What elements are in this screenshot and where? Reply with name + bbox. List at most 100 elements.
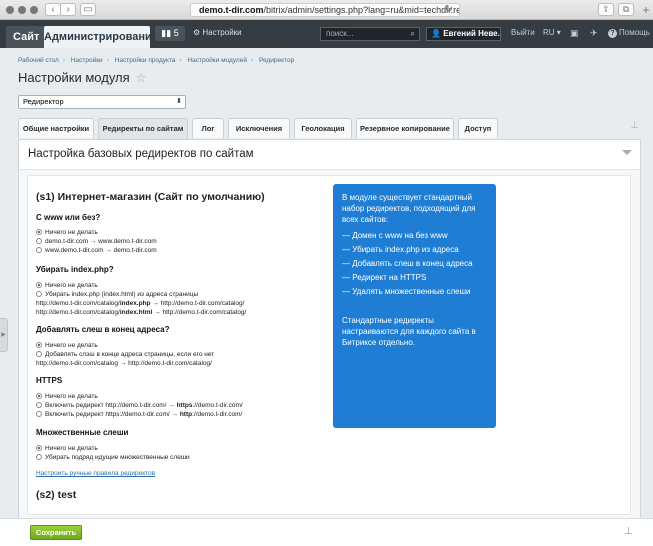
radio-icon[interactable] <box>36 291 42 297</box>
side-panel-toggle[interactable]: ▶ <box>0 318 8 352</box>
language-selector[interactable]: RU ▾ <box>543 27 561 39</box>
search-placeholder: поиск... <box>326 29 354 38</box>
info-box: В модуле существует стандартный набор ре… <box>333 184 496 428</box>
tab-access[interactable]: Доступ <box>458 118 498 138</box>
tab-geolocation[interactable]: Геолокация <box>294 118 352 138</box>
radio-option[interactable]: Убирать index.php (index.html) из адреса… <box>36 290 198 299</box>
star-icon[interactable]: ☆ <box>136 71 147 85</box>
search-icon[interactable]: ⌕ <box>411 28 415 40</box>
radio-icon[interactable] <box>36 411 42 417</box>
radio-label: Ничего не делать <box>45 393 98 400</box>
info-intro: В модуле существует стандартный набор ре… <box>342 193 476 224</box>
tabs-icon[interactable]: ⧉ <box>618 3 634 16</box>
layout-icon[interactable]: ▣ <box>570 27 579 39</box>
tab-site-redirects[interactable]: Редиректы по сайтам <box>98 118 188 139</box>
back-icon[interactable]: ‹ <box>45 3 61 16</box>
radio-icon[interactable] <box>36 454 42 460</box>
pin-footer-icon[interactable]: ⊥ <box>624 526 633 537</box>
pin-icon[interactable]: ✈ <box>590 27 598 39</box>
radio-icon[interactable] <box>36 351 42 357</box>
address-bar[interactable]: demo.t-dir.com/bitrix/admin/settings.php… <box>190 3 460 17</box>
radio-option[interactable]: Добавлять слэш в конце адреса страницы, … <box>36 350 214 359</box>
example-text: http://demo.t-dir.com/catalog/index.html… <box>36 308 246 317</box>
tab-backup[interactable]: Резервное копирование <box>356 118 454 138</box>
logout-button[interactable]: Выйти <box>511 27 535 39</box>
radio-label: demo.t-dir.com → www.demo.t-dir.com <box>45 238 157 245</box>
settings-button[interactable]: ⚙ Настройки <box>193 27 242 39</box>
radio-option[interactable]: Включить редирект http://demo.t-dir.com/… <box>36 401 243 410</box>
manual-rules-link[interactable]: Настроить ручные правила редиректов <box>36 470 155 477</box>
breadcrumb-item[interactable]: Рабочий стол <box>18 57 59 64</box>
admin-tab[interactable]: Администрирование <box>44 26 158 48</box>
help-label: Помощь <box>619 28 650 37</box>
radio-label: Убирать подряд идущие множественные слеш… <box>45 454 190 461</box>
panel-header[interactable]: Настройка базовых редиректов по сайтам <box>19 140 640 170</box>
radio-option[interactable]: demo.t-dir.com → www.demo.t-dir.com <box>36 237 157 246</box>
radio-icon[interactable] <box>36 402 42 408</box>
radio-checked-icon[interactable] <box>36 342 42 348</box>
collapse-icon[interactable] <box>622 150 632 155</box>
search-input[interactable]: поиск... ⌕ <box>320 27 420 41</box>
save-button[interactable]: Сохранить <box>30 525 82 540</box>
forward-icon[interactable]: › <box>60 3 76 16</box>
notifications-button[interactable]: ▮▮ 5 <box>155 26 185 41</box>
www-question: С www или без? <box>36 213 101 222</box>
help-icon: ? <box>608 29 617 38</box>
radio-option[interactable]: Убирать подряд идущие множественные слеш… <box>36 453 190 462</box>
radio-option[interactable]: www.demo.t-dir.com → demo.t-dir.com <box>36 246 157 255</box>
radio-label: www.demo.t-dir.com → demo.t-dir.com <box>45 247 157 254</box>
minimize-window-icon[interactable] <box>18 6 26 14</box>
radio-label: Ничего не делать <box>45 445 98 452</box>
radio-checked-icon[interactable] <box>36 393 42 399</box>
radio-option[interactable]: Ничего не делать <box>36 281 98 290</box>
share-icon[interactable]: ⇪ <box>598 3 614 16</box>
settings-label: Настройки <box>202 28 242 37</box>
zoom-window-icon[interactable] <box>30 6 38 14</box>
panel-title: Настройка базовых редиректов по сайтам <box>28 148 254 160</box>
pin-tabs-icon[interactable]: ⊥ <box>630 120 639 131</box>
tab-exceptions[interactable]: Исключения <box>228 118 290 138</box>
module-select[interactable]: Редиректор ⬍ <box>18 95 186 109</box>
notifications-count: 5 <box>173 28 179 38</box>
new-tab-icon[interactable]: + <box>639 0 653 20</box>
reload-icon[interactable]: ↻ <box>445 4 453 16</box>
user-menu[interactable]: 👤 Евгений Неве... <box>426 27 501 41</box>
radio-checked-icon[interactable] <box>36 282 42 288</box>
example-text: http://demo.t-dir.com/catalog → http://d… <box>36 360 212 367</box>
radio-option[interactable]: Ничего не делать <box>36 392 98 401</box>
select-arrows-icon: ⬍ <box>176 98 182 105</box>
radio-option[interactable]: Ничего не делать <box>36 444 98 453</box>
radio-option[interactable]: Ничего не делать <box>36 341 98 350</box>
info-item: — Убирать index.php из адреса <box>342 245 459 254</box>
example-text: http://demo.t-dir.com/catalog/index.php … <box>36 299 244 308</box>
radio-option[interactable]: Ничего не делать <box>36 228 98 237</box>
radio-label: Добавлять слэш в конце адреса страницы, … <box>45 351 215 358</box>
page-title-text: Настройки модуля <box>18 70 130 85</box>
radio-label-bold: https <box>176 402 193 409</box>
info-item: — Удалять множественные слеши <box>342 287 471 296</box>
url-path: /bitrix/admin/settings.php?lang=ru&mid=t… <box>263 5 459 15</box>
user-name: Евгений Неве... <box>443 29 501 38</box>
radio-label: Включить редирект https://demo.t-dir.com… <box>45 411 180 418</box>
radio-label-bold: http <box>179 411 193 418</box>
https-question: HTTPS <box>36 376 63 385</box>
radio-icon[interactable] <box>36 238 42 244</box>
tab-log[interactable]: Лог <box>192 118 224 138</box>
breadcrumb-item[interactable]: Редиректор <box>259 57 294 64</box>
tab-general[interactable]: Общие настройки <box>18 118 94 138</box>
radio-checked-icon[interactable] <box>36 445 42 451</box>
breadcrumb-item[interactable]: Настройки продукта <box>115 57 176 64</box>
sidebar-icon[interactable]: ▭ <box>80 3 96 16</box>
radio-option[interactable]: Включить редирект https://demo.t-dir.com… <box>36 410 242 419</box>
help-button[interactable]: ? Помощь <box>608 27 650 39</box>
site-heading: (s2) test <box>36 489 77 501</box>
info-outro: Стандартные редиректы настраиваются для … <box>342 316 476 347</box>
radio-checked-icon[interactable] <box>36 229 42 235</box>
info-item: — Добавлять слеш в конец адреса <box>342 259 473 268</box>
radio-icon[interactable] <box>36 247 42 253</box>
breadcrumb-item[interactable]: Настройки модулей <box>187 57 247 64</box>
chevron-right-icon: › <box>250 57 254 64</box>
site-tab[interactable]: Сайт <box>6 26 47 48</box>
breadcrumb-item[interactable]: Настройки <box>71 57 103 64</box>
close-window-icon[interactable] <box>6 6 14 14</box>
